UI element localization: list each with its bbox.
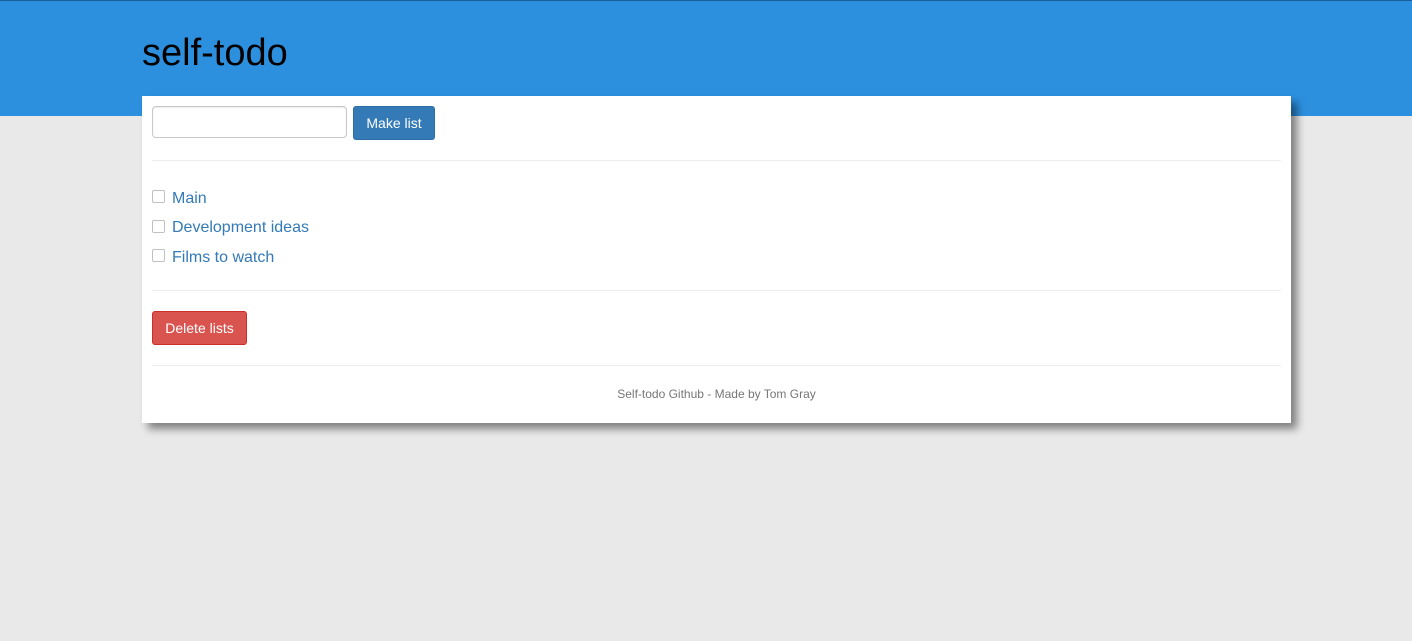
divider-bottom	[152, 365, 1281, 366]
main-panel: Make list Main Development ideas Films t…	[142, 96, 1291, 423]
list-link-main[interactable]: Main	[172, 190, 207, 208]
list-link-films-to-watch[interactable]: Films to watch	[172, 249, 274, 267]
list-item: Development ideas	[152, 214, 309, 244]
divider-top	[152, 160, 1281, 161]
delete-lists-button[interactable]: Delete lists	[152, 311, 247, 345]
list-item: Films to watch	[152, 243, 309, 273]
list-checkbox[interactable]	[152, 190, 165, 204]
list-checkbox[interactable]	[152, 219, 165, 233]
make-list-button[interactable]: Make list	[353, 106, 435, 140]
footer-text: Self-todo Github - Made by Tom Gray	[617, 387, 816, 401]
list-link-development-ideas[interactable]: Development ideas	[172, 219, 309, 237]
list-item: Main	[152, 184, 309, 214]
todo-lists: Main Development ideas Films to watch	[152, 184, 309, 273]
list-checkbox[interactable]	[152, 249, 165, 263]
divider-middle	[152, 290, 1281, 291]
app-title: self-todo	[142, 32, 288, 74]
new-list-name-input[interactable]	[152, 106, 347, 138]
